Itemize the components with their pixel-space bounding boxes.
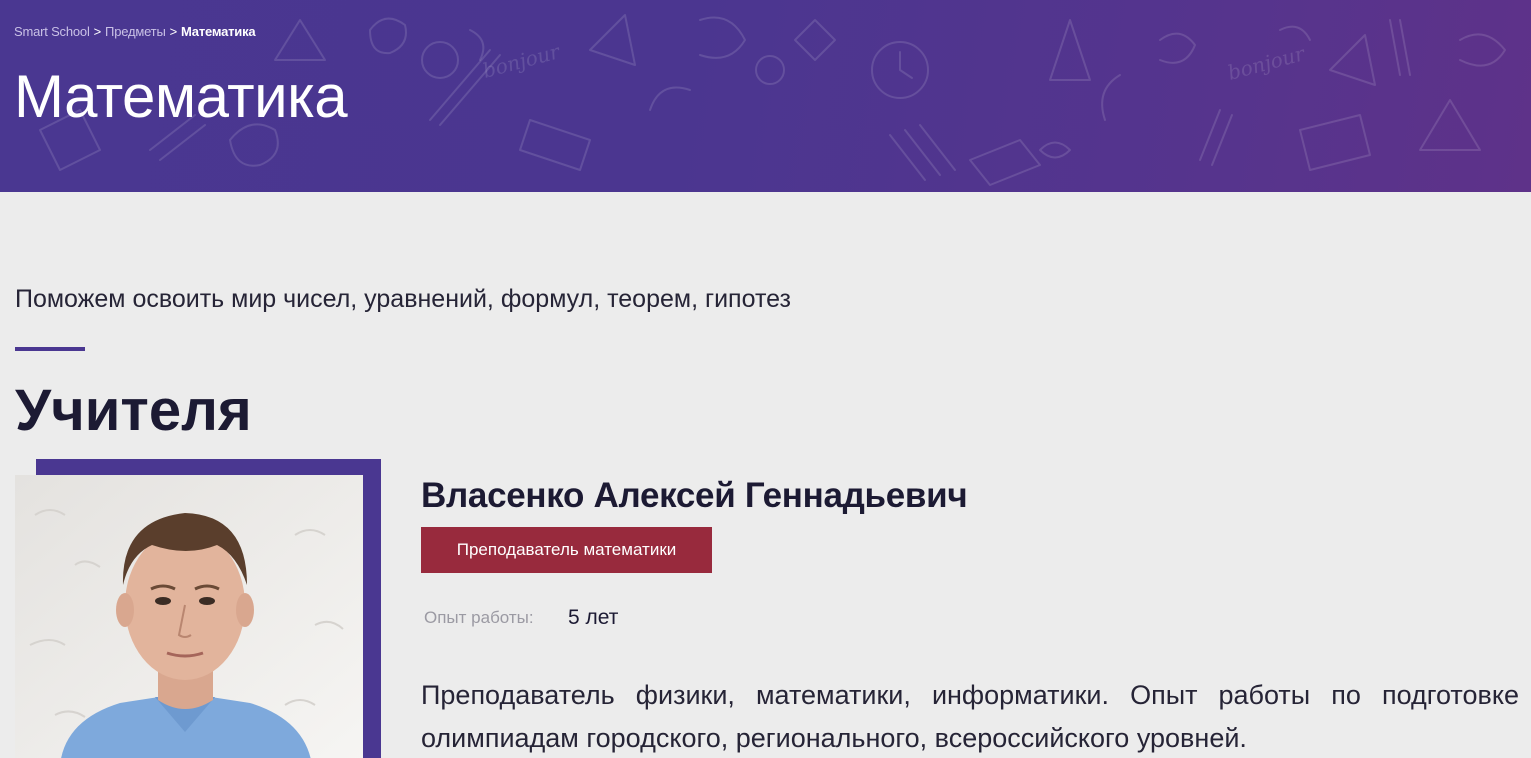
subject-subtitle: Поможем освоить мир чисел, уравнений, фо… <box>15 285 791 313</box>
teacher-portrait-image <box>15 475 363 758</box>
breadcrumb-link-home[interactable]: Smart School <box>14 24 90 39</box>
hero-banner: bonjour bonjour Smart School > Предметы > Ма… <box>0 0 1531 192</box>
experience-value: 5 лет <box>568 606 619 629</box>
breadcrumb-separator: > <box>93 24 102 39</box>
teacher-photo <box>15 475 363 758</box>
teacher-bio: Преподаватель физики, математики, информ… <box>421 680 1519 753</box>
svg-text:bonjour: bonjour <box>480 39 563 83</box>
experience-label: Опыт работы: <box>424 608 534 627</box>
teacher-name: Власенко Алексей Геннадьевич <box>421 476 968 515</box>
page-title: Математика <box>14 63 348 130</box>
svg-text:bonjour: bonjour <box>1225 41 1308 85</box>
teachers-section-title: Учителя <box>15 378 252 443</box>
section-divider <box>15 347 85 351</box>
teacher-role-badge[interactable]: Преподаватель математики <box>421 527 712 573</box>
breadcrumb-current: Математика <box>181 24 256 39</box>
breadcrumb: Smart School > Предметы > Математика <box>14 24 256 39</box>
breadcrumb-link-subjects[interactable]: Предметы <box>105 24 166 39</box>
breadcrumb-separator: > <box>169 24 178 39</box>
